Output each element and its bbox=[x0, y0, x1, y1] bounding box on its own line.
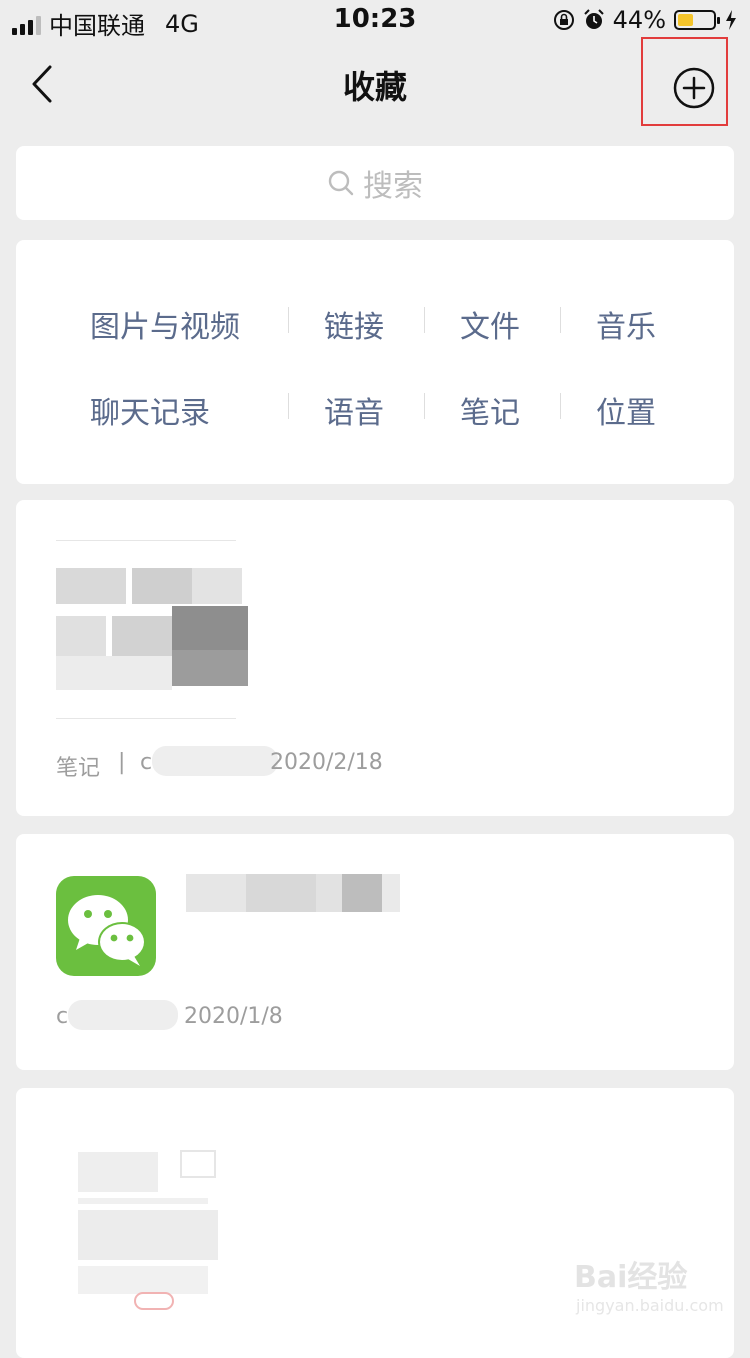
item-date: 2020/1/8 bbox=[184, 1004, 283, 1029]
search-icon bbox=[328, 170, 354, 196]
battery-icon bbox=[674, 10, 720, 30]
battery-percent: 44% bbox=[612, 6, 666, 34]
divider bbox=[424, 393, 425, 419]
back-button[interactable] bbox=[22, 62, 62, 106]
wechat-icon bbox=[56, 876, 156, 976]
category-location[interactable]: 位置 bbox=[596, 388, 656, 432]
chevron-left-icon bbox=[32, 65, 52, 103]
search-bar[interactable]: 搜索 bbox=[16, 146, 734, 220]
category-panel: 图片与视频 链接 文件 音乐 聊天记录 语音 笔记 位置 bbox=[16, 240, 734, 484]
status-right: 44% bbox=[553, 6, 738, 34]
category-photos-videos[interactable]: 图片与视频 bbox=[90, 302, 240, 346]
meta-separator: | bbox=[118, 750, 126, 775]
item-date: 2020/2/18 bbox=[270, 750, 383, 775]
battery-fill bbox=[678, 14, 693, 26]
alarm-icon bbox=[583, 9, 604, 29]
category-notes[interactable]: 笔记 bbox=[460, 388, 520, 432]
note-divider bbox=[56, 718, 236, 719]
divider bbox=[288, 393, 289, 419]
page-title: 收藏 bbox=[342, 68, 407, 106]
item-type: 笔记 bbox=[56, 756, 101, 781]
add-button[interactable] bbox=[666, 60, 722, 116]
divider bbox=[288, 307, 289, 333]
favorite-item-document[interactable] bbox=[16, 1088, 734, 1358]
plus-circle-icon bbox=[673, 67, 715, 109]
note-divider bbox=[56, 540, 236, 541]
category-music[interactable]: 音乐 bbox=[596, 302, 656, 346]
blurred-source bbox=[152, 746, 278, 776]
item-source: c bbox=[140, 750, 153, 775]
status-bar: 中国联通 4G 10:23 44% bbox=[0, 0, 750, 40]
charging-bolt-icon bbox=[726, 10, 736, 30]
divider bbox=[560, 393, 561, 419]
favorite-item-note[interactable]: 笔记 | c 2020/2/18 bbox=[16, 500, 734, 816]
blurred-source bbox=[68, 1000, 178, 1030]
divider bbox=[560, 307, 561, 333]
category-voice[interactable]: 语音 bbox=[324, 388, 384, 432]
item-source: c bbox=[56, 1004, 69, 1029]
divider bbox=[424, 307, 425, 333]
nav-bar: 收藏 bbox=[0, 37, 750, 128]
favorite-item-link[interactable]: c 2020/1/8 bbox=[16, 834, 734, 1070]
orientation-lock-icon bbox=[553, 10, 574, 30]
category-links[interactable]: 链接 bbox=[324, 302, 384, 346]
category-files[interactable]: 文件 bbox=[460, 302, 520, 346]
search-placeholder: 搜索 bbox=[363, 169, 423, 204]
category-chat-history[interactable]: 聊天记录 bbox=[90, 388, 210, 432]
